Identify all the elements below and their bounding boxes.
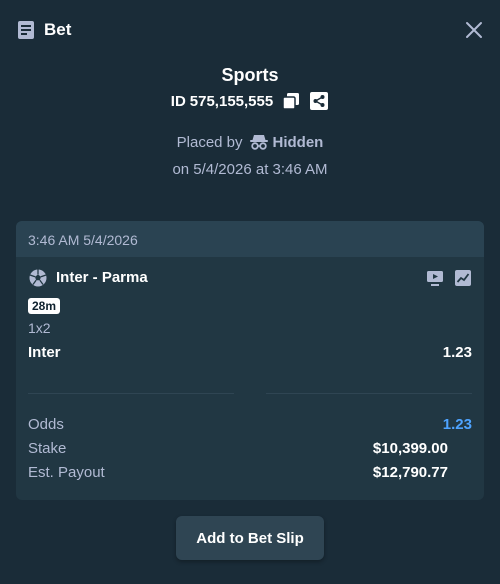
bet-card-header: 3:46 AM 5/4/2026 [16,221,484,257]
live-stream-icon[interactable] [426,269,444,287]
odds-value: 1.23 [442,416,472,433]
bet-category: Sports [221,65,279,85]
bet-id-prefix: ID [170,92,186,110]
divider [28,393,234,394]
incognito-icon [249,135,268,150]
add-to-bet-slip-button[interactable]: Add to Bet Slip [176,516,324,560]
placed-by-user: Hidden [249,133,324,151]
event-name[interactable]: Inter - Parma [56,269,148,287]
bet-timestamp: 3:46 AM 5/4/2026 [28,232,138,248]
placed-by-label: Placed by [176,133,243,151]
selection-name: Inter [28,344,61,361]
share-icon[interactable] [309,91,329,111]
payout-label: Est. Payout [28,464,105,481]
selection-odds: 1.23 [442,344,472,361]
placed-by-row: Placed by Hidden [0,131,500,153]
bet-id-row: ID 575,155,555 [0,90,500,112]
bet-id-value: 575,155,555 [189,92,274,110]
odds-label: Odds [28,416,64,433]
bet-card: 3:46 AM 5/4/2026 Inter - Parma 28m 1x2 I… [16,221,484,500]
placed-by-username: Hidden [272,133,324,151]
payout-value: $12,790.77 [372,464,448,481]
live-time-badge: 28m [28,298,61,314]
copy-icon[interactable] [281,91,301,111]
stake-label: Stake [28,440,67,457]
soccer-ball-icon [28,268,48,288]
close-icon[interactable] [464,20,484,40]
divider [266,393,472,394]
bet-slip-icon [16,20,36,40]
stake-value: $10,399.00 [372,440,448,457]
placed-date: on 5/4/2026 at 3:46 AM [172,161,328,178]
modal-title: Bet [44,20,72,39]
statistics-icon[interactable] [454,269,472,287]
modal-header: Bet [0,0,500,60]
market-name: 1x2 [28,320,51,336]
